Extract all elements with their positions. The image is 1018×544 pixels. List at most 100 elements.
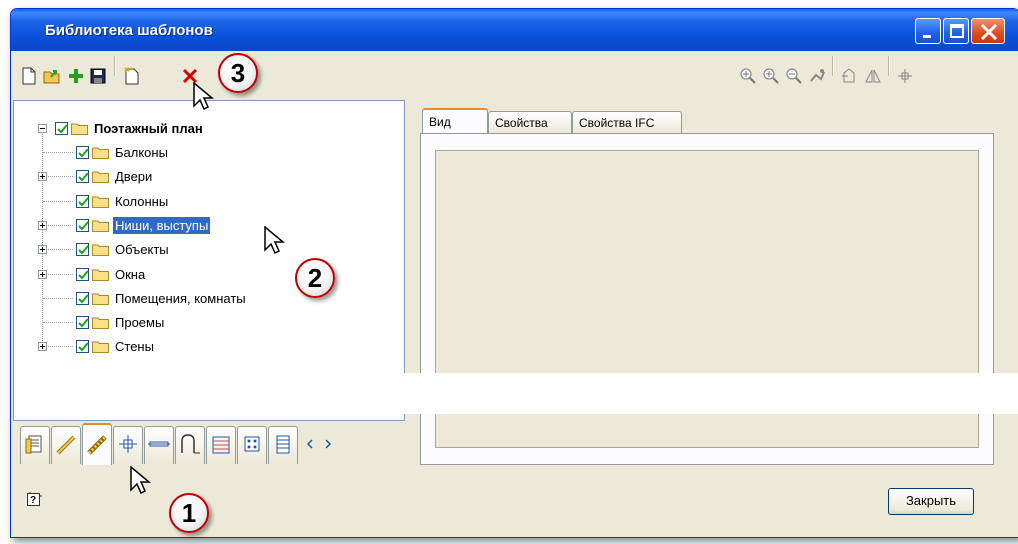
tab-objects[interactable]	[237, 426, 267, 464]
mouse-cursor-icon	[193, 82, 215, 111]
tree-item-label: Ниши, выступы	[113, 216, 211, 234]
tab-lines[interactable]	[51, 426, 81, 464]
tree-item-label: Объекты	[115, 241, 169, 257]
checkbox[interactable]	[76, 169, 89, 183]
tree-item-label: Балконы	[115, 144, 168, 160]
document-icon	[25, 435, 42, 454]
checkbox[interactable]	[76, 218, 89, 232]
grid-icon	[244, 436, 260, 452]
checkbox[interactable]	[76, 291, 89, 305]
minimize-button[interactable]	[915, 18, 941, 44]
tab-stairs[interactable]	[206, 426, 236, 464]
folder-icon	[92, 147, 109, 159]
folder-icon	[92, 171, 109, 183]
mouse-cursor-icon	[264, 226, 286, 255]
tab-beams[interactable]	[144, 426, 174, 464]
window-title: Библиотека шаблонов	[45, 22, 213, 39]
tree-item[interactable]: Двери	[38, 166, 154, 186]
column-icon	[119, 435, 137, 453]
mirror-icon[interactable]	[864, 67, 882, 85]
line-icon	[56, 435, 76, 455]
folder-icon	[92, 317, 109, 329]
mouse-cursor-icon	[130, 466, 152, 495]
folder-icon	[92, 269, 109, 281]
zoom-in-icon[interactable]	[762, 67, 780, 85]
toolbar-separator	[832, 56, 834, 76]
tree-item[interactable]: Проемы	[43, 312, 166, 332]
folder-icon	[92, 293, 109, 305]
checkbox[interactable]	[76, 339, 89, 353]
folder-icon	[92, 220, 109, 232]
pan-icon[interactable]	[808, 67, 826, 85]
tree-item-label: Окна	[115, 266, 146, 282]
svg-text:?: ?	[30, 495, 36, 506]
tree-item[interactable]: Колонны	[43, 191, 170, 211]
callout-3: 3	[218, 53, 258, 93]
insertion-point-icon[interactable]	[896, 67, 914, 85]
tree-item[interactable]: Окна	[38, 264, 147, 284]
tree-item[interactable]: Помещения, комнаты	[43, 288, 248, 308]
save-icon[interactable]	[89, 67, 107, 85]
tree-root-label: Поэтажный план	[94, 120, 203, 136]
folder-icon	[92, 341, 109, 353]
list-icon	[276, 435, 290, 454]
tree-item[interactable]: Стены	[38, 336, 156, 356]
checkbox[interactable]	[76, 315, 89, 329]
tab-documents[interactable]	[20, 426, 50, 464]
expand-icon[interactable]	[38, 221, 47, 230]
new-file-icon[interactable]	[20, 67, 38, 85]
help-icon[interactable]: ?	[26, 492, 42, 508]
tab-ifc-properties[interactable]: Свойства IFC	[572, 111, 682, 133]
folder-icon	[92, 196, 109, 208]
tree-item-label: Двери	[115, 168, 153, 184]
checkbox[interactable]	[76, 267, 89, 281]
tree-connector	[43, 249, 73, 251]
tree-item-label: Помещения, комнаты	[115, 290, 246, 306]
tab-walls[interactable]	[82, 423, 112, 465]
checkbox[interactable]	[76, 194, 89, 208]
tree-item-label: Проемы	[115, 314, 165, 330]
scroll-right-icon	[325, 439, 332, 449]
zoom-extents-icon[interactable]	[739, 67, 757, 85]
tree-connector	[43, 346, 73, 348]
checkbox[interactable]	[76, 242, 89, 256]
wall-icon	[87, 435, 107, 455]
tree-item[interactable]: Объекты	[38, 239, 171, 259]
maximize-button[interactable]	[943, 18, 969, 44]
tab-rooms[interactable]	[268, 426, 298, 464]
close-button[interactable]: Закрыть	[888, 488, 974, 515]
rotate-icon[interactable]	[840, 67, 858, 85]
tab-properties[interactable]: Свойства	[488, 111, 572, 133]
tab-view[interactable]: Вид	[422, 108, 488, 134]
close-window-button[interactable]	[971, 18, 1005, 44]
tree-connector	[43, 201, 73, 203]
zoom-out-icon[interactable]	[785, 67, 803, 85]
expand-icon[interactable]	[38, 342, 47, 351]
title-bar[interactable]: Библиотека шаблонов	[11, 9, 1018, 51]
folder-icon	[92, 244, 109, 256]
add-icon[interactable]	[67, 67, 85, 85]
tab-doors[interactable]	[175, 426, 205, 464]
toolbar-separator	[888, 56, 890, 76]
tree-item-label: Стены	[115, 338, 154, 354]
callout-2: 2	[295, 258, 335, 298]
tab-scroll-arrows[interactable]	[300, 434, 340, 454]
tree-item[interactable]: Балконы	[43, 142, 170, 162]
tab-columns[interactable]	[113, 426, 143, 464]
tree-connector	[43, 274, 73, 276]
tree-connector	[43, 152, 73, 154]
open-folder-icon[interactable]	[43, 67, 61, 85]
beam-icon	[148, 441, 170, 447]
stairs-icon	[212, 436, 230, 454]
checkbox[interactable]	[76, 145, 89, 159]
tree-connector	[43, 225, 73, 227]
new-template-icon[interactable]	[123, 67, 141, 85]
door-icon	[181, 434, 200, 454]
tree-connector	[43, 176, 73, 178]
expand-icon[interactable]	[38, 172, 47, 181]
tree-item[interactable]: Ниши, выступы	[38, 215, 211, 235]
expand-icon[interactable]	[38, 270, 47, 279]
expand-icon[interactable]	[38, 245, 47, 254]
tree-connector	[43, 298, 73, 300]
toolbar-separator	[114, 56, 116, 76]
